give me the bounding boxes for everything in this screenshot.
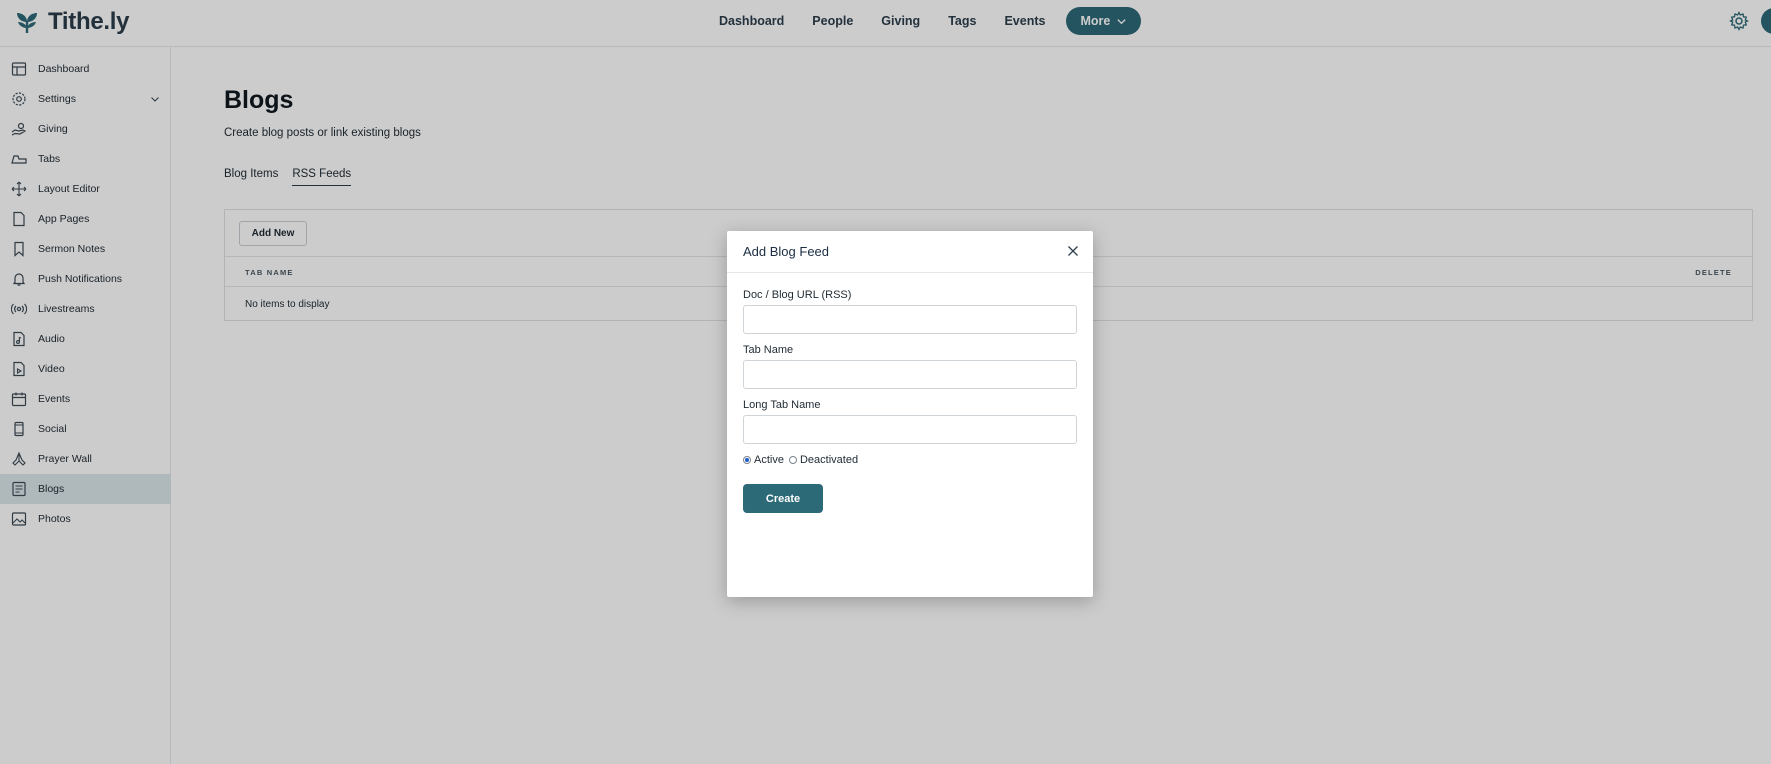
dialog-header: Add Blog Feed	[727, 231, 1093, 273]
deactivated-radio[interactable]	[788, 456, 797, 464]
deactivated-radio-label[interactable]: Deactivated	[800, 454, 858, 466]
status-radio-group: Active Deactivated	[743, 454, 863, 466]
rss-url-input[interactable]	[743, 305, 1077, 334]
close-icon[interactable]	[1067, 245, 1079, 257]
add-blog-feed-dialog: Add Blog Feed Doc / Blog URL (RSS) Tab N…	[727, 231, 1093, 597]
create-button[interactable]: Create	[743, 484, 823, 513]
long-tab-name-input[interactable]	[743, 415, 1077, 444]
dialog-title: Add Blog Feed	[743, 244, 830, 259]
active-radio[interactable]	[743, 456, 751, 464]
active-radio-label[interactable]: Active	[754, 454, 784, 466]
rss-url-label: Doc / Blog URL (RSS)	[743, 289, 852, 301]
tab-name-input[interactable]	[743, 360, 1077, 389]
long-tab-name-label: Long Tab Name	[743, 399, 821, 411]
tab-name-label: Tab Name	[743, 344, 794, 356]
